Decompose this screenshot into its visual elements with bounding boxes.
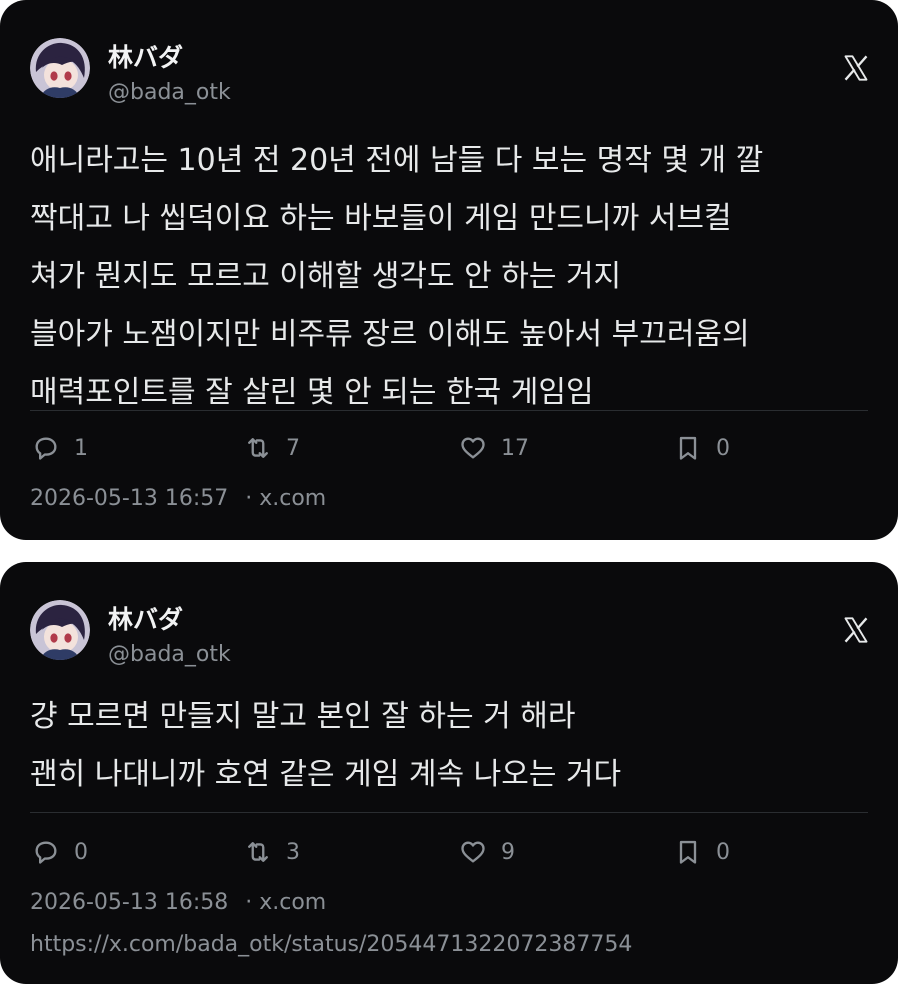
- post-text-line: 매력포인트를 잘 살린 몇 안 되는 한국 게임임: [30, 375, 594, 410]
- like-count: 9: [501, 839, 515, 865]
- avatar[interactable]: [30, 38, 90, 98]
- like-button[interactable]: 9: [459, 838, 515, 866]
- post-text-line: 블아가 노잼이지만 비주류 장르 이해도 높아서 부끄러움의: [30, 317, 750, 352]
- post-text-line: 애니라고는 10년 전 20년 전에 남들 다 보는 명작 몇 개 깔: [30, 143, 764, 178]
- author-handle[interactable]: @bada_otk: [108, 80, 231, 105]
- bookmark-button[interactable]: 0: [674, 434, 730, 462]
- post-card-2[interactable]: 林バダ @bada_otk 걍 모르면 만들지 말고 본인 잘 하는 거 해라 …: [0, 562, 898, 984]
- source-label: · x.com: [245, 486, 327, 511]
- repost-button[interactable]: 3: [244, 838, 300, 866]
- divider: [30, 410, 868, 411]
- post-meta: 2026-05-13 16:57 · x.com: [30, 486, 326, 511]
- timestamp[interactable]: 2026-05-13 16:57: [30, 486, 228, 511]
- repost-icon: [248, 842, 268, 862]
- bookmark-count: 0: [716, 839, 730, 865]
- post-text-line: 짝대고 나 씹덕이요 하는 바보들이 게임 만드니까 서브컬: [30, 201, 732, 236]
- post-text-line: 쳐가 뭔지도 모르고 이해할 생각도 안 하는 거지: [30, 259, 622, 294]
- author-name[interactable]: 林バダ: [108, 38, 183, 74]
- avatar[interactable]: [30, 600, 90, 660]
- post-card-1[interactable]: 林バダ @bada_otk 애니라고는 10년 전 20년 전에 남들 다 보는…: [0, 0, 898, 540]
- repost-icon: [248, 438, 268, 458]
- heart-icon: [461, 841, 485, 863]
- x-logo-icon[interactable]: [842, 616, 870, 644]
- bookmark-icon: [679, 436, 697, 460]
- reply-button[interactable]: 1: [32, 434, 88, 462]
- post-meta: 2026-05-13 16:58 · x.com: [30, 890, 326, 915]
- reply-button[interactable]: 0: [32, 838, 88, 866]
- like-button[interactable]: 17: [459, 434, 529, 462]
- author-handle[interactable]: @bada_otk: [108, 642, 231, 667]
- reply-icon: [35, 841, 57, 864]
- reply-count: 1: [74, 435, 88, 461]
- reply-count: 0: [74, 839, 88, 865]
- author-name[interactable]: 林バダ: [108, 600, 183, 636]
- post-url[interactable]: https://x.com/bada_otk/status/2054471322…: [30, 932, 632, 957]
- reply-icon: [35, 437, 57, 460]
- post-text: 걍 모르면 만들지 말고 본인 잘 하는 거 해라 괜히 나대니까 호연 같은 …: [30, 688, 880, 804]
- bookmark-count: 0: [716, 435, 730, 461]
- bookmark-icon: [679, 840, 697, 864]
- bookmark-button[interactable]: 0: [674, 838, 730, 866]
- repost-button[interactable]: 7: [244, 434, 300, 462]
- post-text-line: 걍 모르면 만들지 말고 본인 잘 하는 거 해라: [30, 699, 576, 734]
- post-text: 애니라고는 10년 전 20년 전에 남들 다 보는 명작 몇 개 깔 짝대고 …: [30, 132, 880, 422]
- source-label: · x.com: [245, 890, 327, 915]
- divider: [30, 812, 868, 813]
- heart-icon: [461, 437, 485, 459]
- post-text-line: 괜히 나대니까 호연 같은 게임 계속 나오는 거다: [30, 757, 622, 792]
- repost-count: 7: [286, 435, 300, 461]
- timestamp[interactable]: 2026-05-13 16:58: [30, 890, 228, 915]
- x-logo-icon[interactable]: [842, 54, 870, 82]
- repost-count: 3: [286, 839, 300, 865]
- like-count: 17: [501, 435, 529, 461]
